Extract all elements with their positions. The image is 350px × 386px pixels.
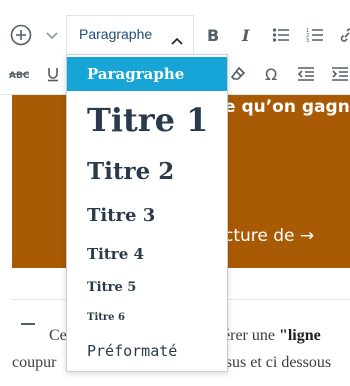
strikethrough-icon[interactable]: ABC (8, 65, 30, 83)
svg-text:B: B (207, 27, 219, 43)
separator-block-icon (21, 323, 35, 325)
underline-icon[interactable] (44, 65, 62, 83)
bullet-list-icon[interactable] (270, 24, 292, 46)
outdent-icon[interactable] (296, 65, 316, 83)
format-option-label: Titre 5 (87, 280, 137, 295)
format-option-heading-1[interactable]: Titre 1 (67, 101, 227, 145)
image-overlay-link[interactable]: cture de → (224, 226, 314, 246)
format-option-label: Titre 3 (87, 205, 156, 226)
indent-icon[interactable] (330, 65, 350, 83)
special-character-icon[interactable]: Ω (262, 65, 282, 83)
paragraph-text-end-2: essus et ci dessous (212, 354, 332, 371)
format-option-label: Titre 1 (87, 101, 209, 139)
block-toolbar-top: Paragraphe B I 123 (0, 0, 350, 54)
format-option-heading-4[interactable]: Titre 4 (67, 243, 227, 269)
paragraph-text-start-2: coupur (12, 354, 57, 371)
block-format-select[interactable]: Paragraphe (66, 15, 194, 54)
format-option-heading-5[interactable]: Titre 5 (67, 279, 227, 301)
svg-text:ABC: ABC (9, 71, 29, 80)
bold-icon[interactable]: B (202, 24, 224, 46)
format-option-label: Titre 4 (87, 245, 144, 263)
numbered-list-icon[interactable]: 123 (304, 24, 326, 46)
block-format-dropdown: Paragraphe Titre 1 Titre 2 Titre 3 Titre… (66, 54, 228, 372)
link-icon[interactable] (336, 24, 350, 46)
format-option-heading-6[interactable]: Titre 6 (67, 311, 227, 331)
format-option-preformatted[interactable]: Préformaté (67, 339, 227, 365)
format-option-heading-2[interactable]: Titre 2 (67, 155, 227, 191)
image-overlay-heading: e qu’on gagne (224, 97, 350, 117)
paragraph-text-start: Ce (49, 327, 67, 344)
format-option-label: Titre 6 (87, 312, 125, 323)
format-option-label: Titre 2 (87, 158, 175, 185)
chevron-down-icon[interactable] (44, 28, 60, 44)
format-option-heading-3[interactable]: Titre 3 (67, 203, 227, 233)
italic-icon[interactable]: I (236, 24, 258, 46)
paragraph-bold-text: "ligne (278, 327, 321, 344)
format-option-label: Paragraphe (87, 65, 185, 83)
format-option-label: Préformaté (87, 342, 178, 360)
svg-text:3: 3 (306, 38, 309, 43)
add-block-icon[interactable] (8, 22, 34, 48)
clear-formatting-icon[interactable] (228, 65, 248, 83)
chevron-up-icon (171, 30, 183, 49)
format-select-value: Paragraphe (79, 26, 153, 42)
format-option-paragraph[interactable]: Paragraphe (67, 57, 227, 91)
svg-text:Ω: Ω (265, 66, 277, 82)
svg-text:I: I (241, 27, 250, 43)
